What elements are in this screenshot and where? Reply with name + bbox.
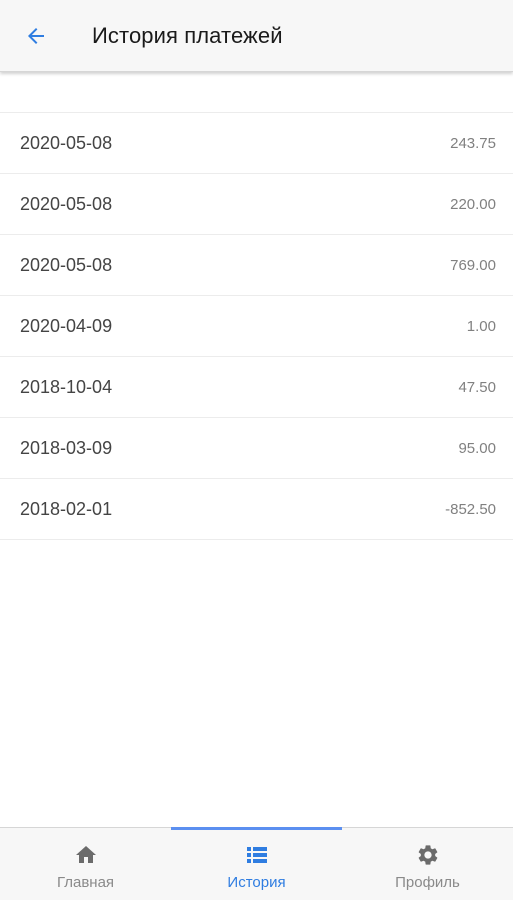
nav-home[interactable]: Главная	[0, 828, 171, 900]
bottom-navigation: Главная История Профиль	[0, 827, 513, 900]
payment-row[interactable]: 2020-04-09 1.00	[0, 296, 513, 357]
nav-profile-label: Профиль	[395, 874, 460, 891]
gear-icon	[415, 842, 441, 868]
nav-home-label: Главная	[56, 874, 115, 891]
payment-date: 2018-02-01	[20, 498, 113, 519]
payment-list: 2020-05-08 243.75 2020-05-08 220.00 2020…	[0, 112, 513, 540]
back-button[interactable]	[16, 16, 56, 56]
page-title: История платежей	[92, 22, 283, 48]
payment-date: 2018-10-04	[20, 376, 113, 397]
app-screen: История платежей 2020-05-08 243.75 2020-…	[0, 0, 513, 900]
nav-history-label: История	[227, 874, 286, 891]
payment-amount: 220.00	[450, 195, 496, 213]
payment-amount: 243.75	[450, 134, 496, 152]
list-icon	[244, 842, 270, 868]
payment-row[interactable]: 2018-02-01 -852.50	[0, 479, 513, 540]
payment-date: 2020-05-08	[20, 254, 113, 275]
app-header: История платежей	[0, 0, 513, 72]
home-icon	[73, 842, 99, 868]
payment-amount: 769.00	[450, 256, 496, 274]
payment-row[interactable]: 2020-05-08 220.00	[0, 174, 513, 235]
payment-amount: 1.00	[466, 317, 496, 335]
payment-row[interactable]: 2018-10-04 47.50	[0, 357, 513, 418]
payment-amount: 47.50	[458, 378, 496, 396]
payment-row[interactable]: 2020-05-08 769.00	[0, 235, 513, 296]
payment-row[interactable]: 2018-03-09 95.00	[0, 418, 513, 479]
nav-profile[interactable]: Профиль	[342, 828, 513, 900]
payment-date: 2020-05-08	[20, 132, 113, 153]
payment-date: 2020-05-08	[20, 193, 113, 214]
payment-row[interactable]: 2020-05-08 243.75	[0, 113, 513, 174]
payment-amount: 95.00	[458, 439, 496, 457]
payment-amount: -852.50	[445, 500, 496, 518]
payment-date: 2018-03-09	[20, 437, 113, 458]
payment-date: 2020-04-09	[20, 315, 113, 336]
arrow-left-icon	[28, 27, 44, 44]
nav-history[interactable]: История	[171, 827, 342, 900]
